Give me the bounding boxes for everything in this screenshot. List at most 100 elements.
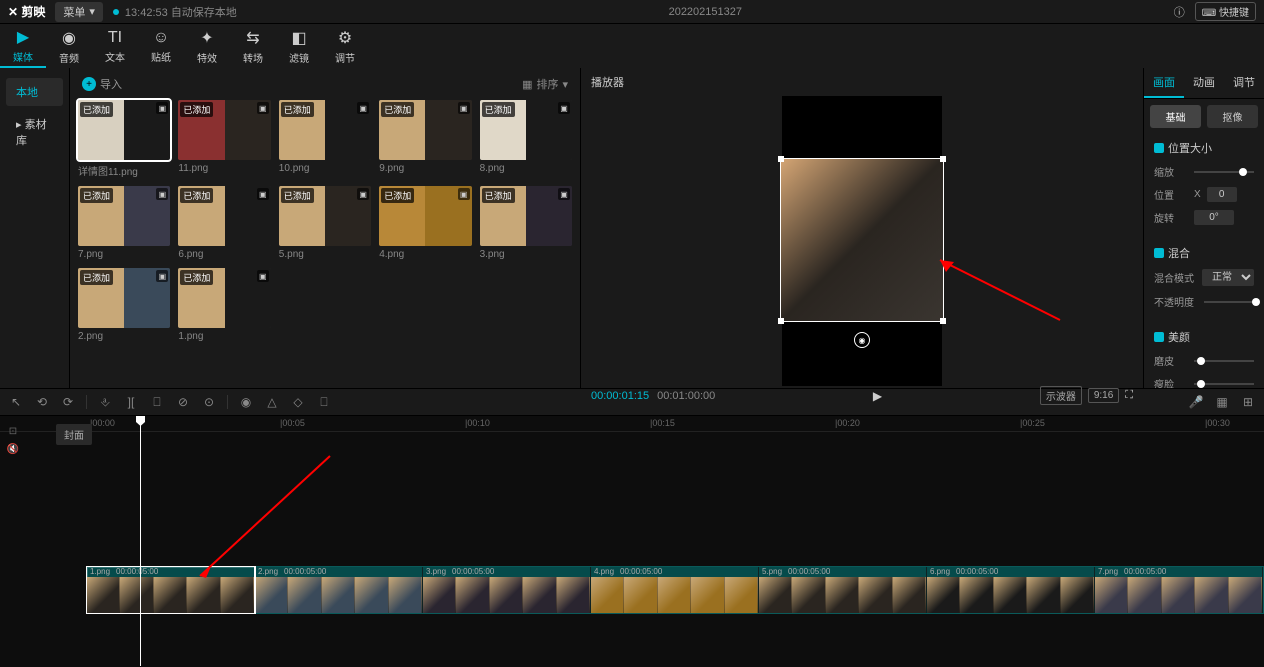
ratio-button[interactable]: 9:16 bbox=[1088, 388, 1119, 403]
ruler-mark: |00:20 bbox=[835, 418, 860, 428]
timeline-tool[interactable]: ⎀ bbox=[97, 394, 113, 410]
tool-icon: ✦ bbox=[200, 28, 213, 48]
media-thumb[interactable]: 已添加 ▣ 2.png bbox=[78, 268, 170, 342]
timeline-clip[interactable]: 5.png00:00:05:00 bbox=[759, 567, 927, 613]
timeline-tool[interactable]: ⟲ bbox=[34, 394, 50, 410]
smooth-slider[interactable] bbox=[1194, 360, 1254, 362]
thumb-label: 3.png bbox=[480, 249, 572, 260]
cover-button[interactable]: 封面 bbox=[56, 424, 92, 445]
added-badge: 已添加 bbox=[482, 102, 515, 117]
help-icon[interactable]: ⓘ bbox=[1174, 4, 1185, 20]
tool-调节[interactable]: ⚙调节 bbox=[322, 24, 368, 68]
inspector-tab[interactable]: 画面 bbox=[1144, 68, 1184, 98]
media-thumb[interactable]: 已添加 ▣ 1.png bbox=[178, 268, 270, 342]
pivot-icon[interactable]: ◉ bbox=[854, 332, 870, 348]
playhead[interactable] bbox=[140, 416, 141, 666]
image-icon: ▣ bbox=[257, 102, 269, 114]
inspector-tab[interactable]: 动画 bbox=[1184, 68, 1224, 98]
media-thumb[interactable]: 已添加 ▣ 6.png bbox=[178, 186, 270, 260]
timeline[interactable]: |00:00|00:05|00:10|00:15|00:20|00:25|00:… bbox=[0, 416, 1264, 666]
clips-track[interactable]: 1.png00:00:05:002.png00:00:05:003.png00:… bbox=[86, 566, 1264, 614]
inspector-subtabs: 基础抠像 bbox=[1144, 99, 1264, 134]
media-thumb[interactable]: 已添加 ▣ 7.png bbox=[78, 186, 170, 260]
timeline-tool[interactable]: ↖ bbox=[8, 394, 24, 410]
timeline-tool[interactable]: 🎤 bbox=[1188, 394, 1204, 410]
opacity-slider[interactable] bbox=[1204, 301, 1254, 303]
mute-icon[interactable]: 🔇 bbox=[6, 442, 20, 456]
image-icon: ▣ bbox=[156, 270, 168, 282]
media-thumb[interactable]: 已添加 ▣ 详情图11.png bbox=[78, 100, 170, 178]
timeline-clip[interactable]: 3.png00:00:05:00 bbox=[423, 567, 591, 613]
sidebar-item[interactable]: ▸ 素材库 bbox=[6, 110, 63, 154]
media-thumb[interactable]: 已添加 ▣ 11.png bbox=[178, 100, 270, 178]
thin-slider[interactable] bbox=[1194, 383, 1254, 385]
sidebar-item[interactable]: 本地 bbox=[6, 78, 63, 106]
preview-panel: 播放器 ◉ 00:00:01:15 00:01:00:00 ▶ 示波器 9:16… bbox=[580, 68, 1144, 388]
autosave-text: 13:42:53 自动保存本地 bbox=[125, 4, 237, 20]
play-button[interactable]: ▶ bbox=[723, 389, 1032, 403]
lock-icon[interactable]: ⊡ bbox=[6, 424, 20, 438]
rotation-input[interactable] bbox=[1194, 210, 1234, 225]
section-blend: 混合 bbox=[1154, 245, 1254, 261]
blendmode-select[interactable]: 正常 bbox=[1202, 269, 1254, 286]
media-thumb[interactable]: 已添加 ▣ 4.png bbox=[379, 186, 471, 260]
scope-button[interactable]: 示波器 bbox=[1040, 386, 1082, 405]
time-ruler[interactable]: |00:00|00:05|00:10|00:15|00:20|00:25|00:… bbox=[0, 416, 1264, 432]
clip-name: 6.png bbox=[930, 567, 950, 577]
timeline-tool[interactable]: ⊘ bbox=[175, 394, 191, 410]
image-icon: ▣ bbox=[558, 102, 570, 114]
check-icon[interactable] bbox=[1154, 332, 1164, 342]
inspector-tab[interactable]: 调节 bbox=[1224, 68, 1264, 98]
sort-button[interactable]: ▦ 排序 ▾ bbox=[522, 76, 568, 92]
fullscreen-icon[interactable]: ⛶ bbox=[1125, 389, 1133, 402]
scale-slider[interactable] bbox=[1194, 171, 1254, 173]
tool-转场[interactable]: ⇆转场 bbox=[230, 24, 276, 68]
tool-icon: ◉ bbox=[62, 28, 76, 48]
media-thumb[interactable]: 已添加 ▣ 8.png bbox=[480, 100, 572, 178]
tool-label: 媒体 bbox=[13, 49, 33, 64]
transform-frame[interactable] bbox=[780, 158, 944, 322]
main-toolbar: ▶媒体◉音频TI文本☺贴纸✦特效⇆转场◧滤镜⚙调节 bbox=[0, 24, 1264, 68]
resize-handle[interactable] bbox=[940, 156, 946, 162]
timeline-clip[interactable]: 6.png00:00:05:00 bbox=[927, 567, 1095, 613]
tool-媒体[interactable]: ▶媒体 bbox=[0, 24, 46, 68]
tool-特效[interactable]: ✦特效 bbox=[184, 24, 230, 68]
added-badge: 已添加 bbox=[281, 102, 314, 117]
import-button[interactable]: + 导入 bbox=[82, 76, 122, 92]
media-thumb[interactable]: 已添加 ▣ 3.png bbox=[480, 186, 572, 260]
timeline-tool[interactable]: ⎕ bbox=[149, 394, 165, 410]
timeline-tool[interactable]: ◇ bbox=[290, 394, 306, 410]
check-icon[interactable] bbox=[1154, 248, 1164, 258]
shortcut-button[interactable]: ⌨ 快捷键 bbox=[1195, 2, 1256, 21]
timeline-tool[interactable]: ◉ bbox=[238, 394, 254, 410]
media-thumb[interactable]: 已添加 ▣ 9.png bbox=[379, 100, 471, 178]
preview-canvas[interactable]: ◉ bbox=[581, 96, 1143, 386]
resize-handle[interactable] bbox=[778, 318, 784, 324]
media-thumb[interactable]: 已添加 ▣ 10.png bbox=[279, 100, 371, 178]
timeline-tool[interactable]: ⊞ bbox=[1240, 394, 1256, 410]
tool-滤镜[interactable]: ◧滤镜 bbox=[276, 24, 322, 68]
menu-button[interactable]: 菜单▾ bbox=[55, 2, 103, 22]
x-label: X bbox=[1194, 189, 1201, 200]
timeline-tool[interactable]: △ bbox=[264, 394, 280, 410]
media-thumb[interactable]: 已添加 ▣ 5.png bbox=[279, 186, 371, 260]
timeline-tool[interactable]: ⎕ bbox=[316, 394, 332, 410]
timeline-clip[interactable]: 1.png00:00:05:00 bbox=[87, 567, 255, 613]
check-icon[interactable] bbox=[1154, 143, 1164, 153]
timeline-tool[interactable]: ⊙ bbox=[201, 394, 217, 410]
tool-文本[interactable]: TI文本 bbox=[92, 24, 138, 68]
tool-贴纸[interactable]: ☺贴纸 bbox=[138, 24, 184, 68]
timeline-clip[interactable]: 2.png00:00:05:00 bbox=[255, 567, 423, 613]
timeline-clip[interactable]: 7.png00:00:05:00 bbox=[1095, 567, 1263, 613]
added-badge: 已添加 bbox=[281, 188, 314, 203]
clip-name: 1.png bbox=[90, 567, 110, 577]
inspector-subtab[interactable]: 抠像 bbox=[1207, 105, 1258, 128]
timeline-clip[interactable]: 4.png00:00:05:00 bbox=[591, 567, 759, 613]
position-x-input[interactable] bbox=[1207, 187, 1237, 202]
tool-音频[interactable]: ◉音频 bbox=[46, 24, 92, 68]
timeline-tool[interactable]: ▦ bbox=[1214, 394, 1230, 410]
timeline-tool[interactable]: ⟳ bbox=[60, 394, 76, 410]
timeline-tool[interactable]: ][ bbox=[123, 394, 139, 410]
inspector-subtab[interactable]: 基础 bbox=[1150, 105, 1201, 128]
tool-label: 贴纸 bbox=[151, 49, 171, 64]
